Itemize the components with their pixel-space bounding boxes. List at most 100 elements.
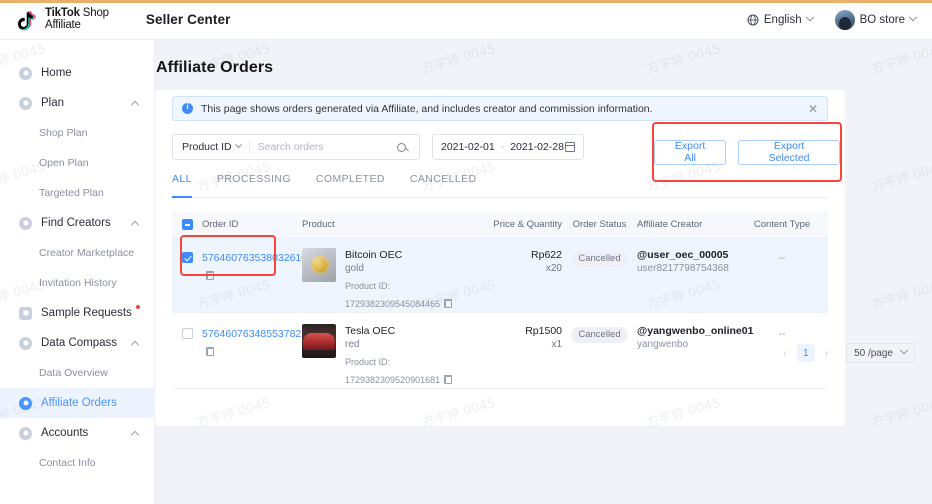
select-all-checkbox[interactable] <box>182 219 193 230</box>
order-id-link[interactable]: 576460763538032610 <box>202 252 307 264</box>
chevron-up-icon <box>131 431 139 439</box>
accounts-icon <box>19 427 32 440</box>
info-banner: This page shows orders generated via Aff… <box>172 96 828 121</box>
top-bar-right: English BO store <box>747 10 916 30</box>
copy-icon[interactable] <box>445 300 452 308</box>
cell-affiliate-creator: @yangwenbo_online01 yangwenbo <box>637 324 747 352</box>
sidebar-item-sample-requests[interactable]: Sample Requests <box>0 298 154 328</box>
home-icon <box>19 67 32 80</box>
tab-all[interactable]: ALL <box>172 173 192 197</box>
sidebar-item-plan[interactable]: Plan <box>0 88 154 118</box>
search-field-label: Product ID <box>182 141 232 153</box>
cell-price-quantity: Rp622 x20 <box>482 248 562 276</box>
sidebar-item-find-creators[interactable]: Find Creators <box>0 208 154 238</box>
column-header-price-quantity: Price & Quantity <box>482 219 562 230</box>
product-thumbnail <box>302 324 336 358</box>
sidebar-item-affiliate-orders[interactable]: Affiliate Orders <box>0 388 154 418</box>
sidebar-item-label: Sample Requests <box>41 307 132 319</box>
sidebar-item-invitation-history[interactable]: Invitation History <box>0 268 154 298</box>
sidebar-item-open-plan[interactable]: Open Plan <box>0 148 154 178</box>
sidebar-subitem-label: Invitation History <box>39 277 117 289</box>
order-id-link[interactable]: 576460763485537822 <box>202 328 307 340</box>
export-all-button[interactable]: Export All <box>654 140 726 165</box>
sidebar-item-data-compass[interactable]: Data Compass <box>0 328 154 358</box>
creator-name: yangwenbo <box>637 338 747 352</box>
copy-icon[interactable] <box>207 272 214 280</box>
chevron-down-icon <box>235 141 242 148</box>
table-row[interactable]: 576460763485537822 Tesla OEC red Product… <box>172 313 828 389</box>
quantity: x1 <box>482 338 562 352</box>
top-bar: TikTok Shop Affiliate Seller Center Engl… <box>0 0 932 40</box>
orders-table: Order ID Product Price & Quantity Order … <box>172 212 828 389</box>
tab-completed[interactable]: COMPLETED <box>316 173 385 197</box>
find-creators-icon <box>19 217 32 230</box>
chevron-up-icon <box>131 341 139 349</box>
affiliate-orders-icon <box>19 397 32 410</box>
notification-dot-icon <box>136 305 140 309</box>
tiktok-shop-affiliate-logo[interactable]: TikTok Shop Affiliate <box>14 7 109 33</box>
sidebar-subitem-label: Targeted Plan <box>39 187 104 199</box>
status-badge: Cancelled <box>571 327 627 343</box>
next-page-button[interactable]: › <box>821 348 832 359</box>
column-header-order-status: Order Status <box>562 219 637 230</box>
sidebar-subitem-label: Contact Info <box>39 457 96 469</box>
export-selected-button[interactable]: Export Selected <box>738 140 840 165</box>
cell-order-status: Cancelled <box>562 324 637 343</box>
sidebar-item-targeted-plan[interactable]: Targeted Plan <box>0 178 154 208</box>
info-icon <box>182 103 193 114</box>
filter-bar: Product ID 2021-02-01 - 2021-02-28 <box>172 134 584 160</box>
row-checkbox[interactable] <box>182 328 193 339</box>
search-icon[interactable] <box>397 143 406 152</box>
sidebar-item-creator-marketplace[interactable]: Creator Marketplace <box>0 238 154 268</box>
table-row[interactable]: 576460763538032610 Bitcoin OEC gold Prod… <box>172 237 828 313</box>
content-type-value: -- <box>779 328 786 340</box>
search-input[interactable] <box>258 141 397 153</box>
sidebar-item-data-overview[interactable]: Data Overview <box>0 358 154 388</box>
product-info: Bitcoin OEC gold Product ID: 17293823095… <box>345 248 482 312</box>
prev-page-button[interactable]: ‹ <box>779 348 790 359</box>
product-info: Tesla OEC red Product ID: 17293823095209… <box>345 324 482 388</box>
date-range-picker[interactable]: 2021-02-01 - 2021-02-28 <box>432 134 584 160</box>
export-actions-highlight: Export All Export Selected <box>652 122 842 182</box>
close-icon[interactable]: ✕ <box>808 103 818 115</box>
chevron-down-icon <box>900 346 908 354</box>
price: Rp1500 <box>482 324 562 338</box>
row-checkbox-cell <box>172 248 202 263</box>
cell-content-type: -- <box>747 248 817 266</box>
copy-icon[interactable] <box>445 376 452 384</box>
quantity: x20 <box>482 262 562 276</box>
store-label: BO store <box>860 14 905 26</box>
date-end: 2021-02-28 <box>510 141 564 153</box>
page-size-selector[interactable]: 50 /page <box>846 343 915 363</box>
page-number-1[interactable]: 1 <box>797 344 815 362</box>
sidebar-item-accounts[interactable]: Accounts <box>0 418 154 448</box>
language-label: English <box>764 14 802 26</box>
tab-processing[interactable]: PROCESSING <box>217 173 291 197</box>
calendar-icon <box>565 142 575 152</box>
search-field-selector[interactable]: Product ID <box>173 141 241 153</box>
date-start: 2021-02-01 <box>441 141 495 153</box>
copy-icon[interactable] <box>207 348 214 356</box>
sidebar-item-home[interactable]: Home <box>0 58 154 88</box>
column-header-content-type: Content Type <box>747 219 817 230</box>
data-compass-icon <box>19 337 32 350</box>
logo-text: TikTok Shop Affiliate <box>45 8 109 31</box>
chevron-down-icon <box>805 12 813 20</box>
select-all-checkbox-cell <box>172 219 202 230</box>
seller-center-title: Seller Center <box>146 12 231 27</box>
sidebar-subitem-label: Shop Plan <box>39 127 87 139</box>
cell-product: Bitcoin OEC gold Product ID: 17293823095… <box>302 248 482 312</box>
search-box: Product ID <box>172 134 420 160</box>
row-checkbox[interactable] <box>182 252 193 263</box>
sidebar-item-label: Affiliate Orders <box>41 397 117 409</box>
store-selector[interactable]: BO store <box>835 10 916 30</box>
language-selector[interactable]: English <box>747 14 813 26</box>
sidebar: Home Plan Shop Plan Open Plan Targeted P… <box>0 40 155 504</box>
sidebar-subitem-label: Data Overview <box>39 367 108 379</box>
tab-cancelled[interactable]: CANCELLED <box>410 173 477 197</box>
sidebar-item-label: Accounts <box>41 427 88 439</box>
product-name: Tesla OEC <box>345 324 482 338</box>
column-header-affiliate-creator: Affiliate Creator <box>637 219 747 230</box>
sidebar-item-shop-plan[interactable]: Shop Plan <box>0 118 154 148</box>
sidebar-item-contact-info[interactable]: Contact Info <box>0 448 154 478</box>
